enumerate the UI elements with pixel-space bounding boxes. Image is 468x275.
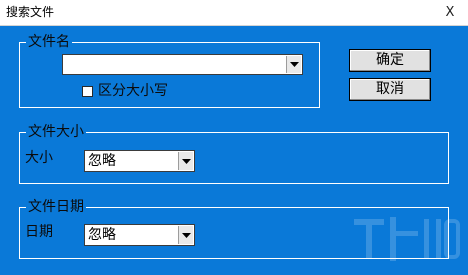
date-dropdown-button[interactable]	[178, 226, 193, 244]
case-sensitive-label: 区分大小写	[98, 83, 168, 99]
close-button[interactable]: X	[432, 0, 468, 25]
date-select[interactable]: 忽略	[84, 224, 195, 246]
file-name-dropdown-button[interactable]	[286, 56, 301, 73]
size-dropdown-button[interactable]	[178, 152, 193, 170]
chevron-down-icon	[289, 62, 299, 67]
file-date-group-label: 文件日期	[26, 198, 86, 216]
file-size-group: 文件大小 大小 忽略	[19, 123, 449, 184]
window-title: 搜索文件	[6, 5, 55, 19]
file-size-group-label: 文件大小	[26, 123, 86, 141]
cancel-button[interactable]: 取消	[349, 78, 431, 101]
file-name-combobox[interactable]	[62, 54, 303, 75]
file-name-group-label: 文件名	[26, 33, 72, 51]
chevron-down-icon	[181, 232, 191, 238]
watermark-logo-icon	[354, 217, 460, 261]
date-label: 日期	[25, 224, 53, 240]
close-icon: X	[445, 5, 455, 20]
ok-button[interactable]: 确定	[349, 49, 431, 72]
size-label: 大小	[25, 150, 53, 166]
title-bar: 搜索文件 X	[0, 0, 468, 26]
case-sensitive-checkbox[interactable]	[82, 86, 93, 97]
dialog-body: 文件名 区分大小写 确定 取消 文件大小 大小 忽略 文件日期 日期 忽略	[0, 26, 468, 275]
chevron-down-icon	[181, 158, 191, 164]
size-select-value: 忽略	[88, 153, 116, 169]
file-name-group: 文件名 区分大小写	[19, 33, 320, 108]
date-select-value: 忽略	[88, 227, 116, 243]
size-select[interactable]: 忽略	[84, 150, 195, 172]
